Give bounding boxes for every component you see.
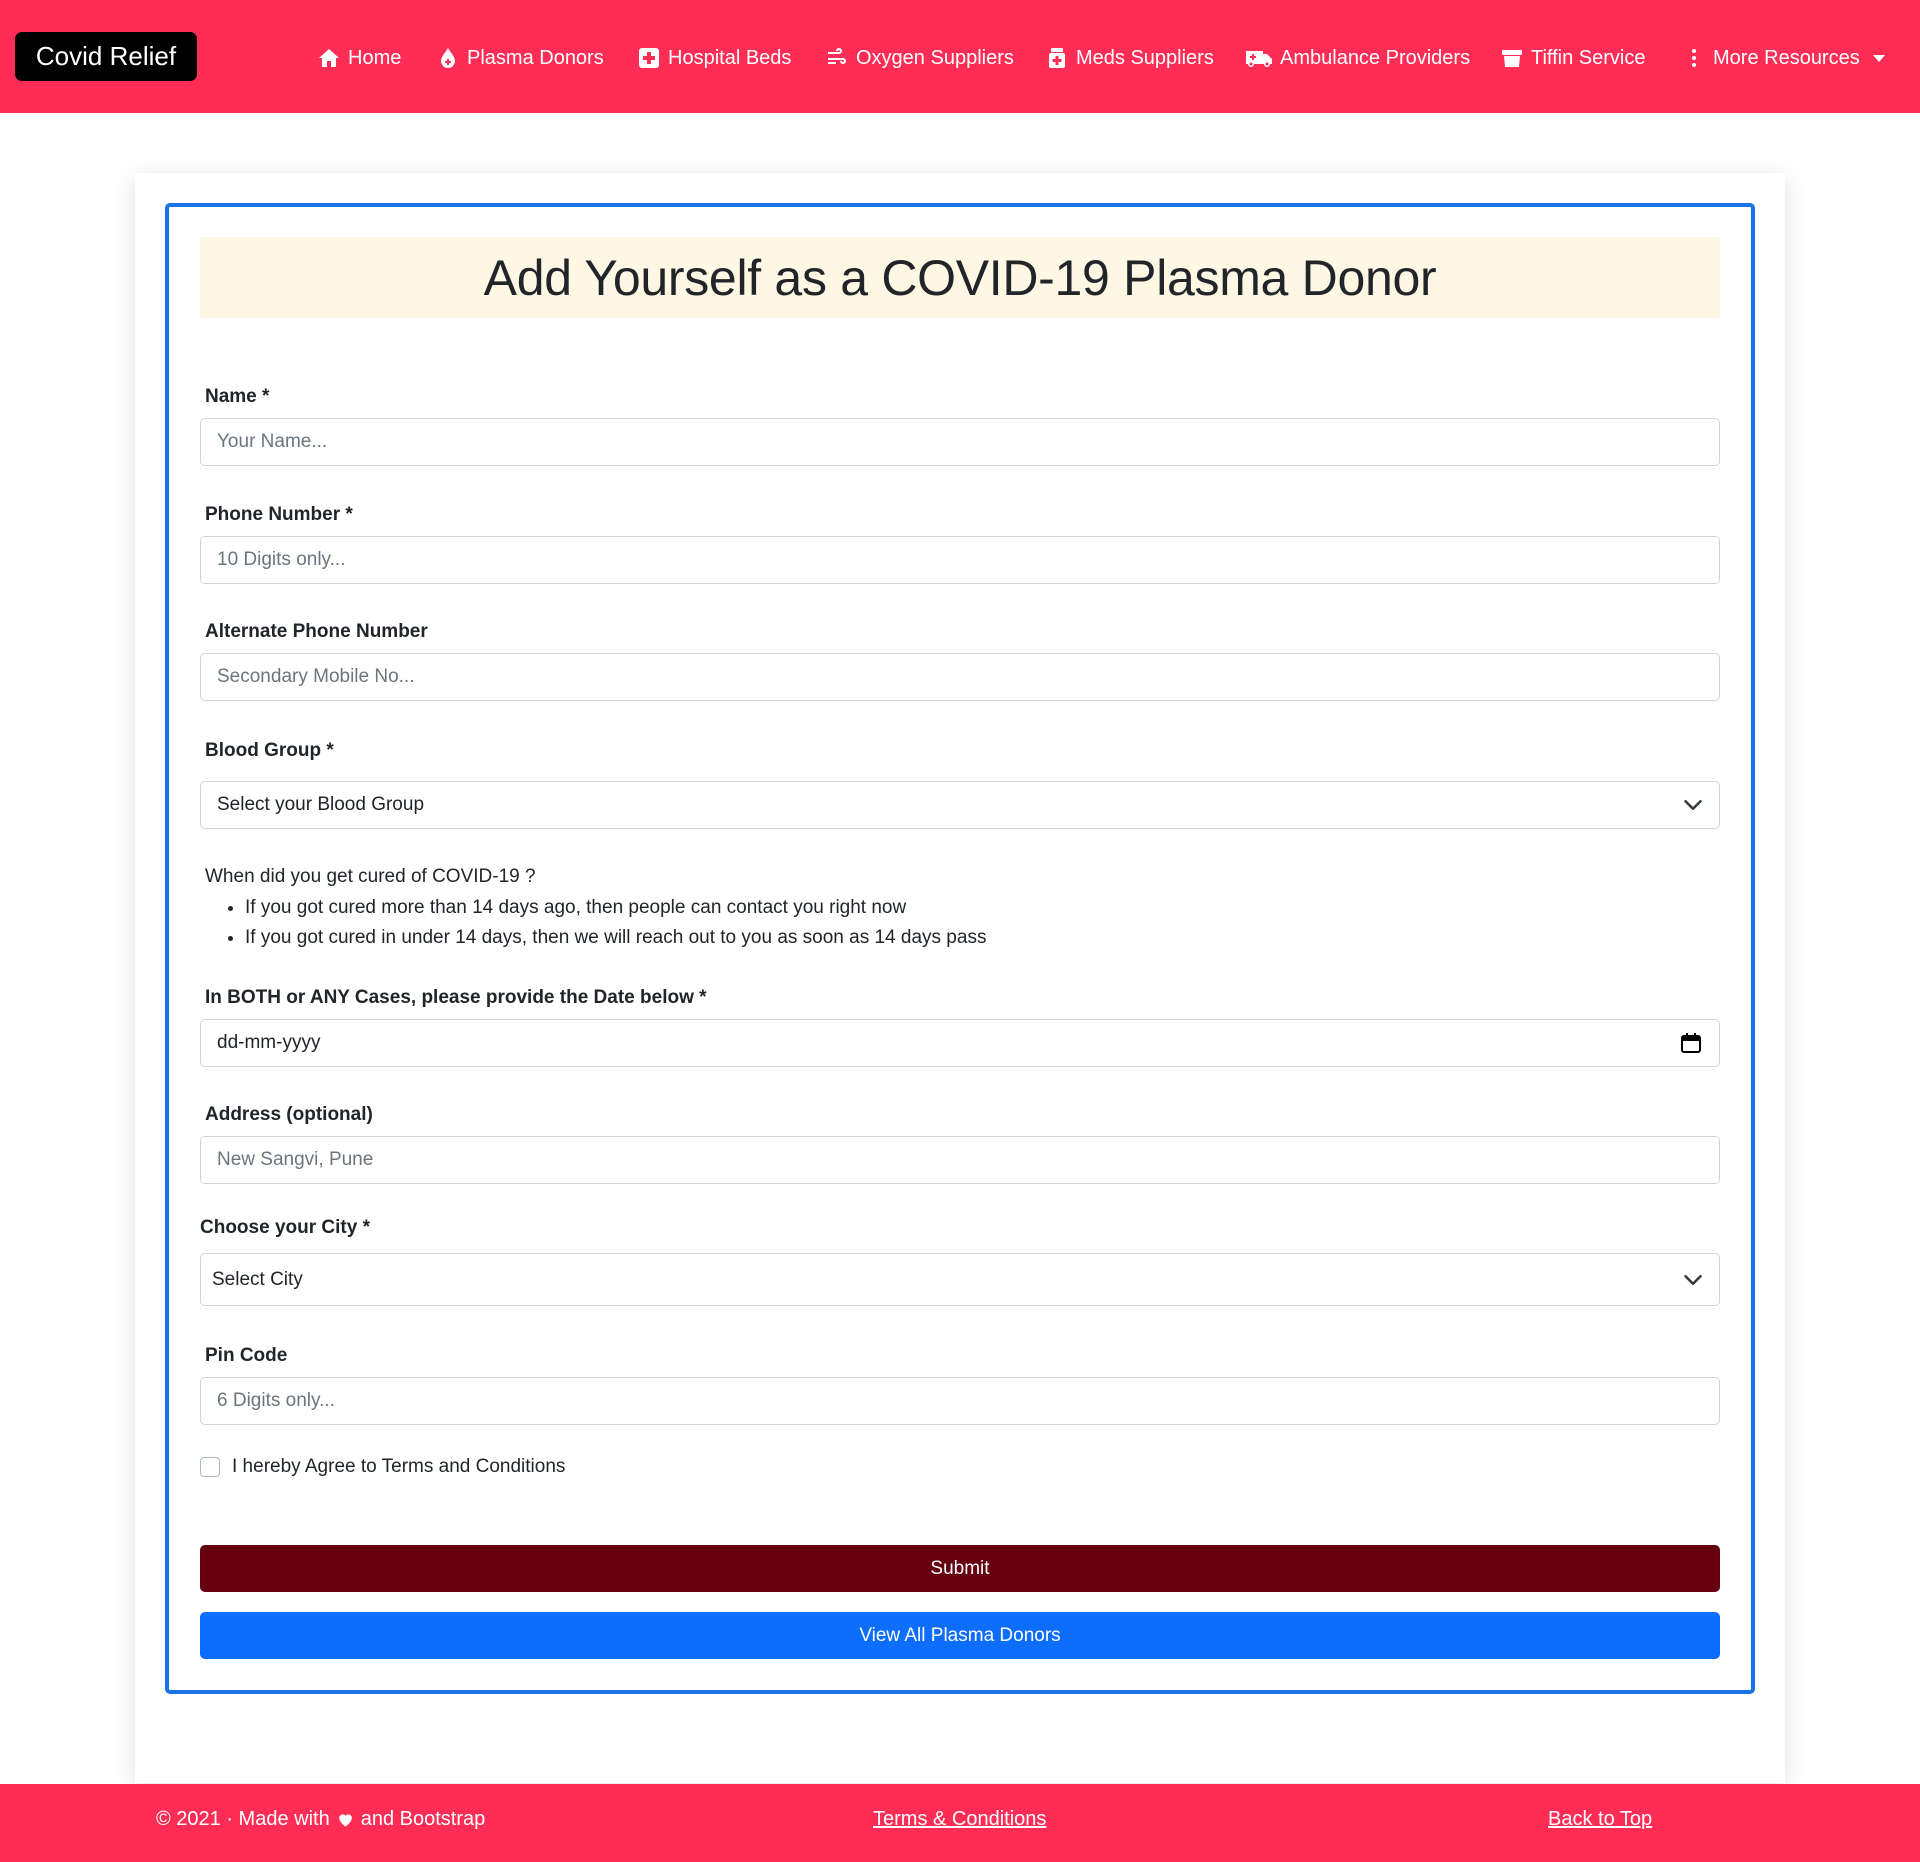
chevron-down-icon [1684,800,1702,810]
copyright-text: © 2021 · Made with [156,1808,330,1830]
terms-checkbox[interactable] [200,1457,220,1477]
nav-more-resources-dropdown[interactable]: More Resources [1682,44,1885,72]
brand-logo[interactable]: Covid Relief [15,32,197,81]
nav-ambulance-providers-label: Ambulance Providers [1280,46,1471,69]
chevron-down-icon [1684,1274,1702,1285]
cure-info-point: If you got cured in under 14 days, then … [245,923,986,953]
nav-ambulance-providers[interactable]: Ambulance Providers [1245,44,1470,72]
terms-conditions-link[interactable]: Terms & Conditions [873,1808,1046,1831]
footer-copyright: © 2021 · Made with and Bootstrap [156,1808,485,1831]
cure-info-block: When did you get cured of COVID-19 ? If … [205,866,986,953]
nav-oxygen-suppliers-label: Oxygen Suppliers [856,46,1014,69]
submit-button[interactable]: Submit [200,1545,1720,1592]
cured-date-label: In BOTH or ANY Cases, please provide the… [205,987,707,1008]
nav-tiffin-service-label: Tiffin Service [1531,46,1646,69]
city-selected-value: Select City [212,1268,303,1290]
form-title-banner: Add Yourself as a COVID-19 Plasma Donor [200,237,1720,318]
address-label: Address (optional) [205,1104,373,1125]
nav-meds-suppliers-label: Meds Suppliers [1076,46,1214,69]
wind-icon [828,48,846,64]
vertical-dots-icon [1692,49,1696,67]
city-select[interactable]: Select City [200,1253,1720,1306]
cure-info-list: If you got cured more than 14 days ago, … [205,893,986,953]
caret-down-icon [1872,54,1885,62]
nav-home[interactable]: Home [317,44,401,72]
nav-plasma-donors[interactable]: Plasma Donors [436,44,604,72]
nav-tiffin-service[interactable]: Tiffin Service [1500,44,1645,72]
pin-code-label: Pin Code [205,1345,288,1366]
address-input[interactable] [200,1136,1720,1184]
tiffin-box-icon [1502,50,1522,67]
name-input[interactable] [200,418,1720,466]
cure-question: When did you get cured of COVID-19 ? [205,866,536,887]
city-label: Choose your City * [200,1217,370,1238]
alt-phone-input[interactable] [200,653,1720,701]
nav-meds-suppliers[interactable]: Meds Suppliers [1045,44,1214,72]
blood-group-select[interactable]: Select your Blood Group [200,781,1720,829]
medicine-bottle-icon [1049,48,1065,68]
heart-icon [338,1814,352,1827]
back-to-top-link[interactable]: Back to Top [1548,1808,1652,1831]
nav-oxygen-suppliers[interactable]: Oxygen Suppliers [825,44,1014,72]
nav-more-resources-label: More Resources [1713,46,1860,69]
page-title: Add Yourself as a COVID-19 Plasma Donor [483,249,1437,306]
copyright-suffix: and Bootstrap [360,1808,486,1830]
pin-code-input[interactable] [200,1377,1720,1425]
terms-agreement-row: I hereby Agree to Terms and Conditions [200,1456,565,1478]
alt-phone-label: Alternate Phone Number [205,621,428,642]
ambulance-icon [1246,51,1272,67]
phone-label: Phone Number * [205,504,353,525]
nav-hospital-beds[interactable]: Hospital Beds [637,44,791,72]
nav-hospital-beds-label: Hospital Beds [668,46,792,69]
blood-group-label: Blood Group * [205,740,334,761]
cured-date-input[interactable]: dd-mm-yyyy [200,1019,1720,1067]
cure-info-point: If you got cured more than 14 days ago, … [245,893,986,923]
home-icon [319,49,339,67]
blood-drop-icon [441,48,455,68]
blood-group-selected-value: Select your Blood Group [217,794,425,815]
name-label: Name * [205,386,270,407]
page-footer: © 2021 · Made with and Bootstrap Terms &… [0,1784,1920,1862]
terms-checkbox-label[interactable]: I hereby Agree to Terms and Conditions [232,1456,565,1478]
view-all-plasma-donors-button[interactable]: View All Plasma Donors [200,1612,1720,1659]
cured-date-value: dd-mm-yyyy [217,1032,321,1053]
calendar-icon[interactable] [1679,1031,1703,1055]
top-navbar: Covid Relief Home Plasma Donors Hospital… [0,0,1920,113]
medical-cross-icon [639,48,659,68]
phone-input[interactable] [200,536,1720,584]
nav-home-label: Home [348,46,402,69]
nav-plasma-donors-label: Plasma Donors [467,46,604,69]
